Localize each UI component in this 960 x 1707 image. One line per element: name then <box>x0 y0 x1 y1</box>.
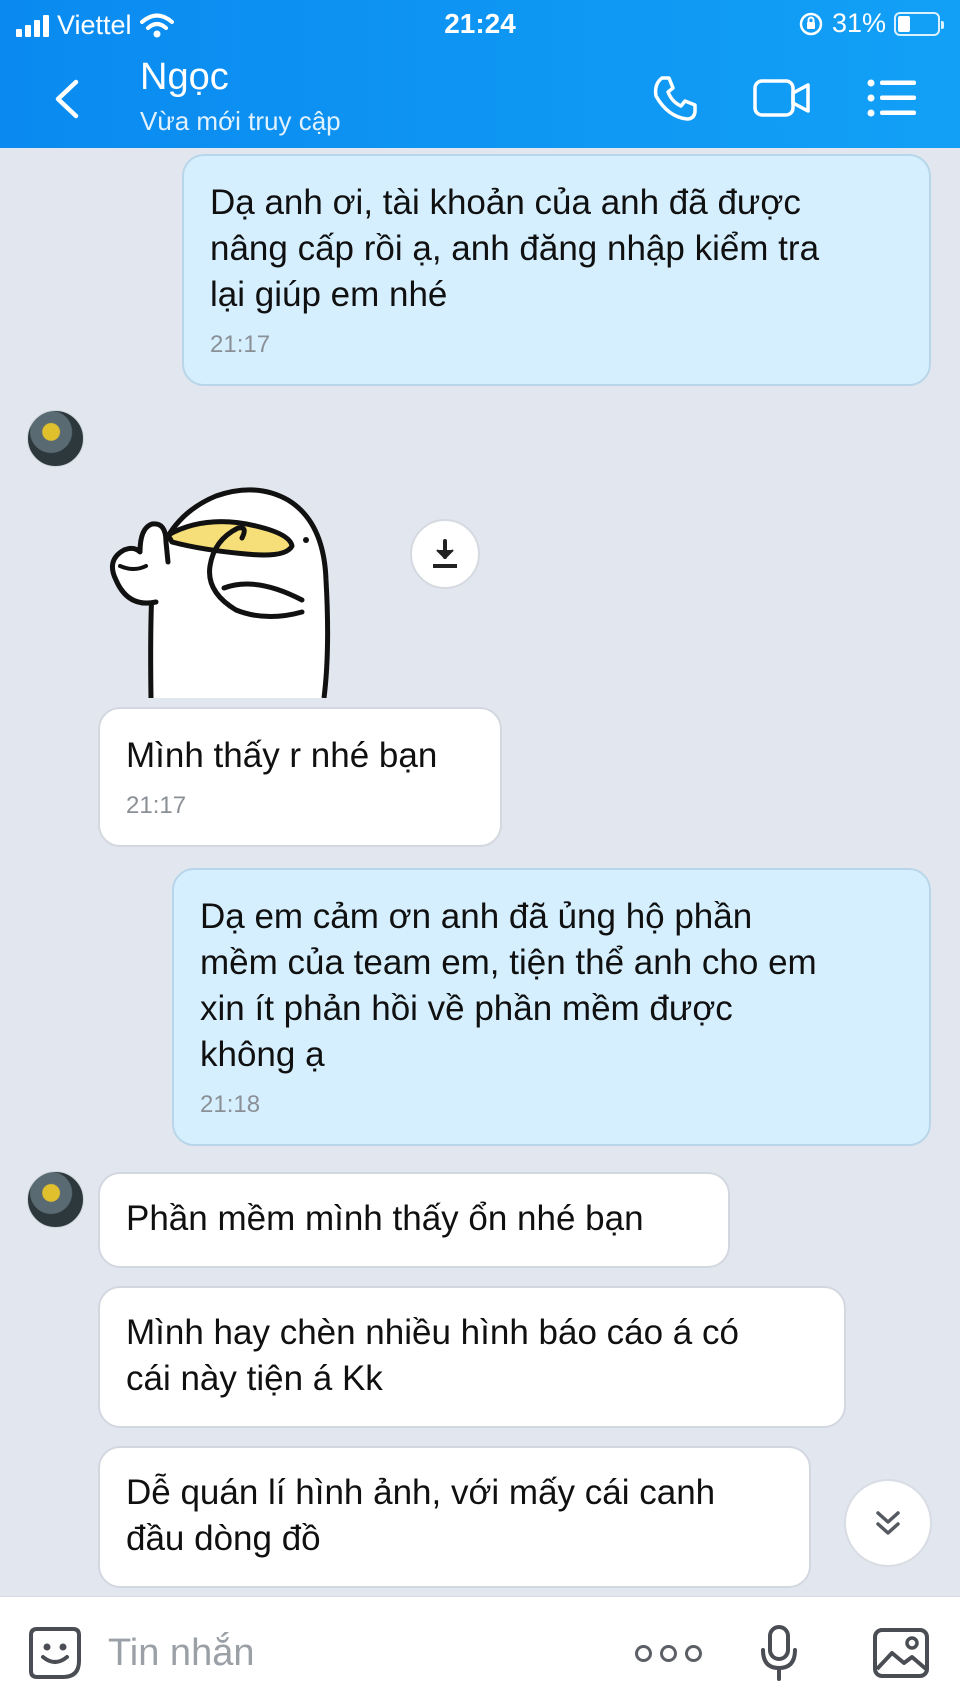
avatar[interactable] <box>27 410 84 467</box>
message-incoming[interactable]: Mình thấy r nhé bạn 21:17 <box>98 707 502 847</box>
chevron-left-icon <box>55 79 79 119</box>
message-text: Dễ quán lí hình ảnh, với mấy cái canh đầ… <box>126 1473 716 1558</box>
message-input[interactable] <box>108 1627 608 1679</box>
sticker-face-icon <box>29 1627 81 1679</box>
status-bar: Viettel 21:24 31% <box>0 0 960 48</box>
sticker-button[interactable] <box>26 1625 84 1681</box>
battery-icon <box>894 11 944 36</box>
double-chevron-down-icon <box>876 1511 900 1535</box>
sticker-image[interactable] <box>106 480 386 698</box>
orientation-lock-icon <box>799 12 823 35</box>
download-icon <box>433 539 457 568</box>
status-right: 31% <box>798 8 944 39</box>
conversation-nav: Ngọc Vừa mới truy cập <box>0 48 960 148</box>
scroll-to-bottom-button[interactable] <box>844 1479 932 1567</box>
video-call-button[interactable] <box>750 72 814 124</box>
more-options-button[interactable] <box>634 1625 702 1681</box>
options-menu-button[interactable] <box>862 72 922 124</box>
image-icon <box>873 1628 929 1678</box>
message-incoming[interactable]: Mình hay chèn nhiều hình báo cáo á có cá… <box>98 1286 846 1428</box>
message-composer <box>0 1596 960 1707</box>
message-incoming[interactable]: Dễ quán lí hình ảnh, với mấy cái canh đầ… <box>98 1446 811 1588</box>
message-time: 21:17 <box>210 331 271 358</box>
menu-list-icon <box>867 79 916 117</box>
app-header: Viettel 21:24 31% Ngọc Vừa mới truy cập <box>0 0 960 148</box>
message-text: Mình thấy r nhé bạn <box>126 736 438 775</box>
back-button[interactable] <box>48 76 88 122</box>
battery-level <box>898 15 910 32</box>
message-text: Dạ em cảm ơn anh đã ủng hộ phần mềm của … <box>200 897 817 1074</box>
video-camera-icon <box>753 79 810 117</box>
message-text: Dạ anh ơi, tài khoản của anh đã được nân… <box>210 183 820 314</box>
battery-percent: 31% <box>831 8 886 38</box>
message-incoming[interactable]: Phần mềm mình thấy ổn nhé bạn <box>98 1172 730 1268</box>
message-text: Mình hay chèn nhiều hình báo cáo á có cá… <box>126 1313 739 1398</box>
message-outgoing[interactable]: Dạ anh ơi, tài khoản của anh đã được nân… <box>182 154 931 386</box>
message-outgoing[interactable]: Dạ em cảm ơn anh đã ủng hộ phần mềm của … <box>172 868 931 1146</box>
contact-name[interactable]: Ngọc <box>140 56 229 99</box>
gallery-button[interactable] <box>872 1625 930 1681</box>
download-button[interactable] <box>410 519 480 589</box>
more-dots-icon <box>634 1644 702 1662</box>
phone-icon <box>653 76 697 121</box>
message-time: 21:18 <box>200 1091 261 1118</box>
call-button[interactable] <box>645 72 705 124</box>
contact-status: Vừa mới truy cập <box>140 106 341 136</box>
microphone-icon <box>761 1625 797 1681</box>
message-text: Phần mềm mình thấy ổn nhé bạn <box>126 1199 644 1238</box>
voice-message-button[interactable] <box>755 1625 803 1681</box>
message-time: 21:17 <box>126 792 187 819</box>
avatar[interactable] <box>27 1171 84 1228</box>
